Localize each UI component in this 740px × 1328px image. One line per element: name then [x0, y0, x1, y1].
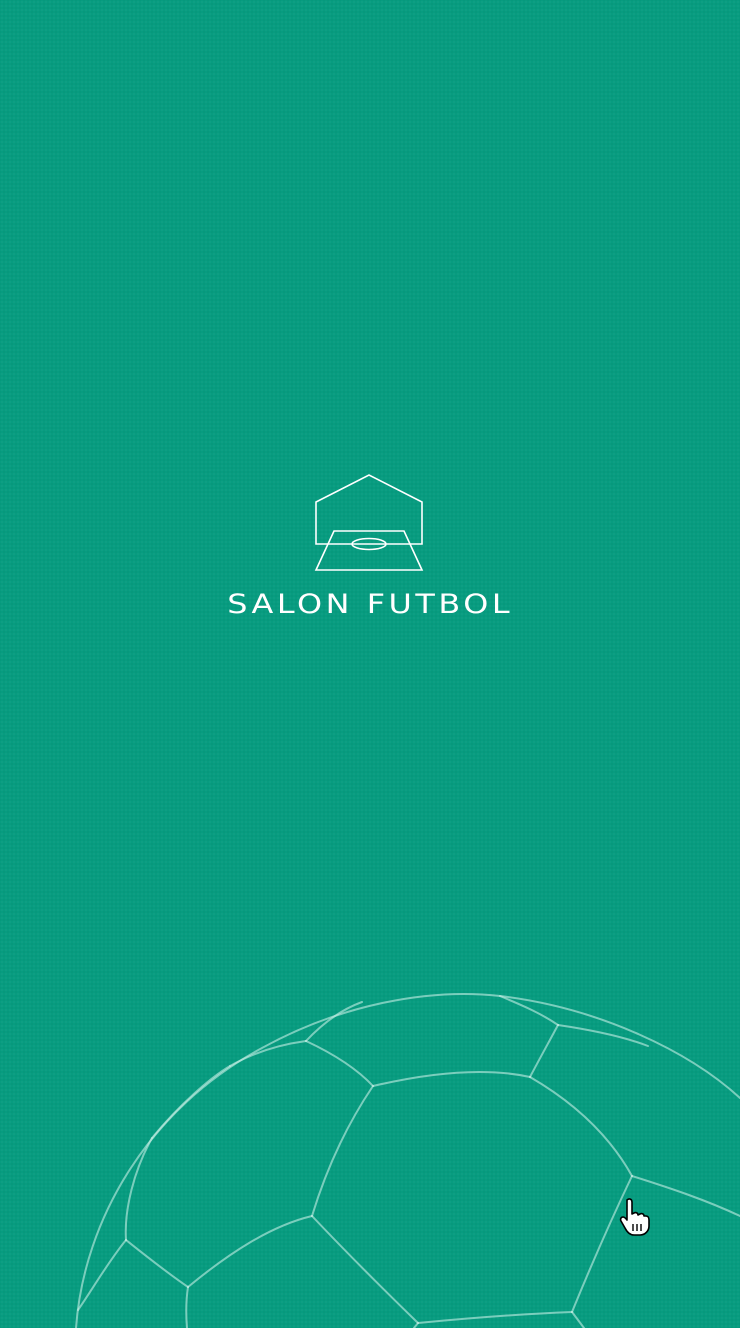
brand-name: SALON FUTBOL	[227, 589, 513, 620]
splash-screen[interactable]: SALON FUTBOL	[0, 0, 740, 1328]
hand-pointer-cursor-icon	[619, 1198, 650, 1236]
soccer-ball-outline-icon	[75, 993, 740, 1328]
house-with-football-pitch-icon	[314, 474, 424, 571]
brand-logo: SALON FUTBOL	[0, 470, 740, 620]
